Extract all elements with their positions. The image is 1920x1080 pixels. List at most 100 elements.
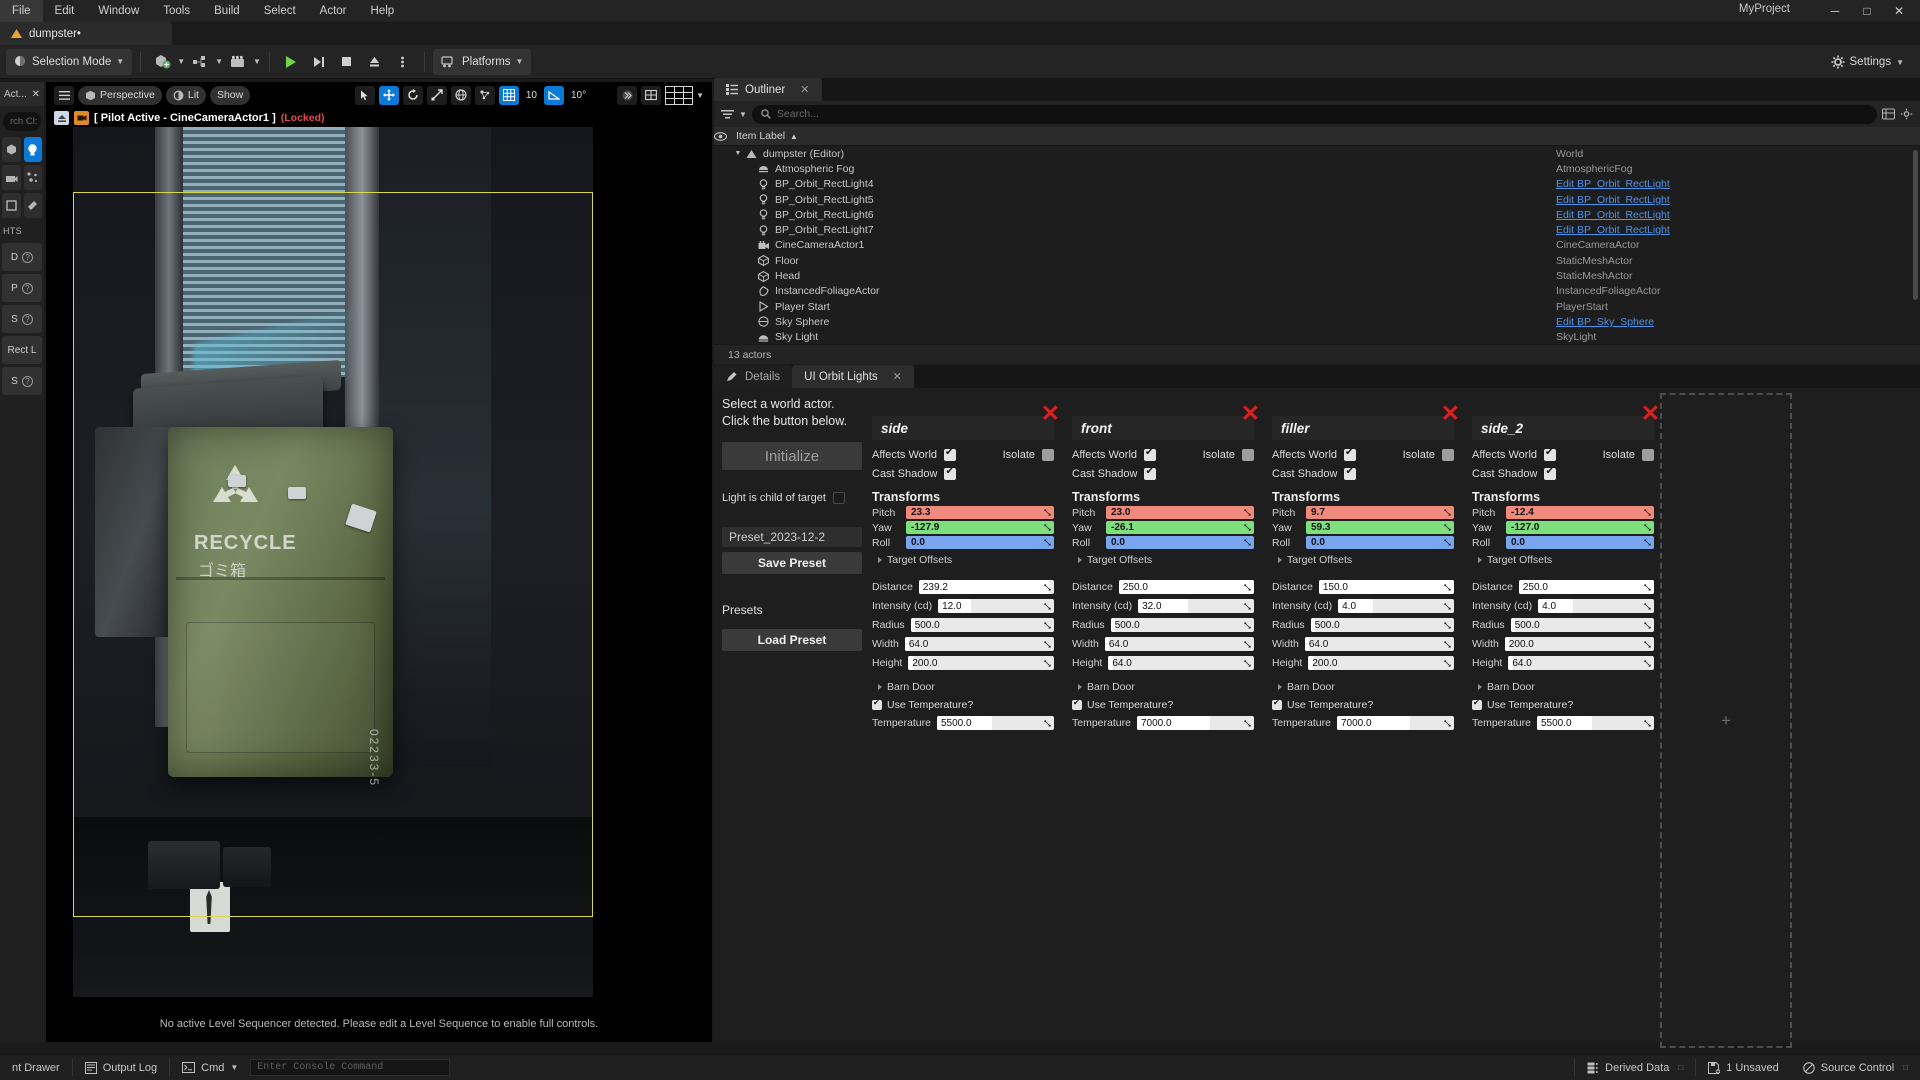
play-button[interactable] xyxy=(278,49,304,75)
radius-input[interactable]: 500.0 xyxy=(1510,618,1654,632)
grid-snap-value[interactable]: 10 xyxy=(523,90,540,101)
checkbox[interactable] xyxy=(1544,447,1557,461)
distance-input[interactable]: 150.0 xyxy=(1318,580,1454,594)
pitch-input[interactable]: 23.3 xyxy=(906,506,1054,519)
outliner-tree[interactable]: ▼ dumpster (Editor) World Atmospheric Fog At… xyxy=(714,146,1920,344)
use-temperature-control[interactable]: Use Temperature? xyxy=(1072,698,1254,711)
drag-handle-icon[interactable] xyxy=(1644,719,1651,727)
menu-item-edit[interactable]: Edit xyxy=(43,0,87,22)
chevron-down-icon[interactable]: ▼ xyxy=(739,110,747,119)
yaw-input[interactable]: -127.9 xyxy=(906,521,1054,534)
child-of-target-row[interactable]: Light is child of target xyxy=(722,492,862,504)
place-actors-search-input[interactable]: rch Cl: xyxy=(3,112,41,131)
eject-button[interactable] xyxy=(362,49,388,75)
help-icon[interactable]: ? xyxy=(21,375,33,387)
drag-handle-icon[interactable] xyxy=(1444,509,1451,516)
height-input[interactable]: 200.0 xyxy=(908,656,1054,670)
viewport-perspective-button[interactable]: Perspective xyxy=(78,85,162,105)
viewport-lit-button[interactable]: Lit xyxy=(165,85,206,105)
barn-door-expander[interactable]: Barn Door xyxy=(1072,681,1254,693)
width-input[interactable]: 200.0 xyxy=(1504,637,1654,651)
settings-button[interactable]: Settings ▼ xyxy=(1825,51,1910,73)
checkbox[interactable] xyxy=(1442,449,1454,461)
use-temperature-control[interactable]: Use Temperature? xyxy=(1472,698,1654,711)
drag-handle-icon[interactable] xyxy=(1244,524,1251,531)
select-tool-icon[interactable] xyxy=(354,85,375,105)
remove-light-button[interactable]: ✕ xyxy=(1241,402,1260,425)
blueprints-button[interactable] xyxy=(187,49,213,75)
intensity-input[interactable]: 4.0 xyxy=(1338,599,1454,613)
pitch-input[interactable]: 23.0 xyxy=(1106,506,1254,519)
drag-handle-icon[interactable] xyxy=(1644,524,1651,531)
drag-handle-icon[interactable] xyxy=(1044,539,1051,546)
viewport-layout-preview[interactable]: ▼ xyxy=(665,85,704,105)
isolate-control[interactable]: Isolate xyxy=(1603,449,1654,461)
initialize-button[interactable]: Initialize xyxy=(722,442,862,470)
category-cinematic[interactable] xyxy=(2,165,21,190)
content-drawer-button[interactable]: nt Drawer xyxy=(0,1055,72,1080)
minimize-button[interactable]: ─ xyxy=(1820,1,1850,21)
angle-snap-value[interactable]: 10° xyxy=(568,90,589,101)
unsaved-changes-button[interactable]: 1 Unsaved xyxy=(1696,1055,1791,1080)
checkbox[interactable] xyxy=(1072,698,1082,710)
rotate-tool-icon[interactable] xyxy=(402,85,423,105)
menu-item-window[interactable]: Window xyxy=(86,0,151,22)
hamburger-icon[interactable] xyxy=(54,85,74,105)
remove-light-button[interactable]: ✕ xyxy=(1441,402,1460,425)
light-name-input[interactable]: front xyxy=(1072,416,1254,440)
close-icon[interactable]: ✕ xyxy=(32,89,40,100)
load-preset-button[interactable]: Load Preset xyxy=(722,629,862,651)
distance-input[interactable]: 239.2 xyxy=(918,580,1054,594)
drag-handle-icon[interactable] xyxy=(1444,602,1451,610)
distance-input[interactable]: 250.0 xyxy=(1118,580,1254,594)
camera-pilot-icon[interactable] xyxy=(74,111,89,125)
width-input[interactable]: 64.0 xyxy=(1104,637,1254,651)
width-input[interactable]: 64.0 xyxy=(904,637,1054,651)
checkbox[interactable] xyxy=(944,466,957,480)
viewport-show-button[interactable]: Show xyxy=(209,85,251,105)
drag-handle-icon[interactable] xyxy=(1444,524,1451,531)
chevron-down-icon[interactable]: ▼ xyxy=(215,57,223,66)
menu-item-select[interactable]: Select xyxy=(252,0,308,22)
console-command-input[interactable]: Enter Console Command xyxy=(250,1059,451,1076)
expand-toolbar-icon[interactable] xyxy=(617,85,638,105)
temperature-input[interactable]: 5500.0 xyxy=(1536,716,1654,730)
checkbox[interactable] xyxy=(1544,466,1557,480)
cast-shadow-control[interactable]: Cast Shadow xyxy=(872,466,1054,480)
place-actors-tab[interactable]: Act... ✕ xyxy=(0,82,44,106)
drag-handle-icon[interactable] xyxy=(1044,583,1051,591)
checkbox[interactable] xyxy=(1144,447,1157,461)
drag-handle-icon[interactable] xyxy=(1644,640,1651,648)
category-geometry[interactable] xyxy=(2,193,21,218)
isolate-control[interactable]: Isolate xyxy=(1003,449,1054,461)
outliner-row[interactable]: Sky Light SkyLight xyxy=(714,330,1920,344)
tab-outliner[interactable]: Outliner ✕ xyxy=(714,78,822,101)
drag-handle-icon[interactable] xyxy=(1244,509,1251,516)
cast-shadow-control[interactable]: Cast Shadow xyxy=(1272,466,1454,480)
outliner-row-type-link[interactable]: Edit BP_Orbit_RectLight xyxy=(1556,178,1670,190)
drag-handle-icon[interactable] xyxy=(1044,509,1051,516)
radius-input[interactable]: 500.0 xyxy=(1310,618,1454,632)
drag-handle-icon[interactable] xyxy=(1244,539,1251,546)
maximize-button[interactable]: □ xyxy=(1852,1,1882,21)
world-coordinates-icon[interactable] xyxy=(450,85,471,105)
drag-handle-icon[interactable] xyxy=(1044,659,1051,667)
outliner-row[interactable]: BP_Orbit_RectLight5 Edit BP_Orbit_RectLig… xyxy=(714,192,1920,207)
outliner-row[interactable]: BP_Orbit_RectLight7 Edit BP_Orbit_RectLig… xyxy=(714,222,1920,237)
category-visual-effects[interactable] xyxy=(23,165,42,190)
drag-handle-icon[interactable] xyxy=(1244,659,1251,667)
checkbox[interactable] xyxy=(1344,447,1357,461)
light-name-input[interactable]: filler xyxy=(1272,416,1454,440)
checkbox[interactable] xyxy=(944,447,957,461)
height-input[interactable]: 64.0 xyxy=(1108,656,1254,670)
eye-icon[interactable] xyxy=(714,131,736,141)
more-options-icon[interactable] xyxy=(390,49,416,75)
place-actor-item-2[interactable]: S? xyxy=(2,305,42,333)
drag-handle-icon[interactable] xyxy=(1644,602,1651,610)
place-actor-item-0[interactable]: D? xyxy=(2,243,42,271)
drag-handle-icon[interactable] xyxy=(1644,539,1651,546)
temperature-input[interactable]: 7000.0 xyxy=(1336,716,1454,730)
close-icon[interactable]: ✕ xyxy=(800,83,809,96)
drag-handle-icon[interactable] xyxy=(1644,621,1651,629)
outliner-row[interactable]: Player Start PlayerStart xyxy=(714,299,1920,314)
